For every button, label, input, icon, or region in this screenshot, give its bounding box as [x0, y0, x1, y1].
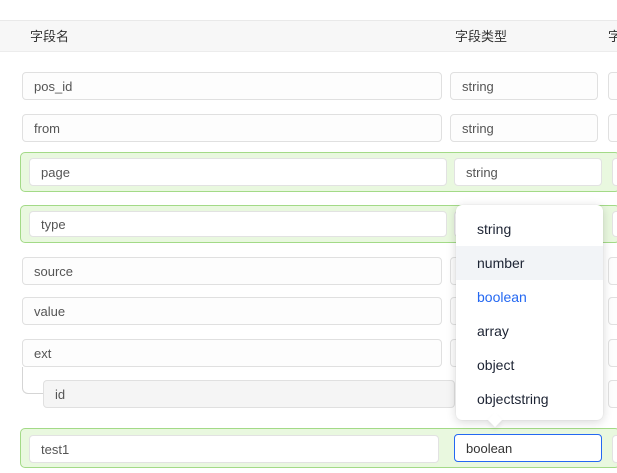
dropdown-option-object[interactable]: object — [456, 348, 603, 382]
field-row-from — [0, 114, 617, 142]
field-row-pos_id — [0, 72, 617, 100]
dropdown-option-array[interactable]: array — [456, 314, 603, 348]
header-field-extra: 字 — [608, 21, 617, 53]
field-type-input[interactable] — [450, 114, 598, 142]
field-extra-input[interactable] — [608, 114, 617, 142]
header-field-name: 字段名 — [30, 21, 69, 53]
field-extra-input[interactable] — [612, 211, 617, 237]
field-extra-input[interactable] — [608, 380, 617, 408]
field-name-input[interactable] — [22, 339, 442, 367]
schema-editor: 字段名 字段类型 字 — [0, 0, 617, 473]
field-extra-input[interactable] — [608, 297, 617, 325]
field-type-input[interactable] — [454, 158, 602, 186]
field-row-test1-highlighted — [20, 428, 617, 468]
field-name-input[interactable] — [22, 72, 442, 100]
field-row-page-highlighted — [20, 152, 617, 192]
dropdown-option-string[interactable]: string — [456, 212, 603, 246]
field-name-input[interactable] — [29, 211, 447, 237]
dropdown-option-objectstring[interactable]: objectstring — [456, 382, 603, 416]
field-name-input[interactable] — [29, 435, 439, 463]
field-name-input[interactable] — [22, 297, 442, 325]
type-dropdown-menu: string number boolean array object objec… — [456, 205, 603, 420]
field-type-input[interactable] — [450, 72, 598, 100]
field-extra-input[interactable] — [612, 435, 617, 463]
field-type-input-focused[interactable] — [454, 434, 602, 462]
dropdown-option-boolean[interactable]: boolean — [456, 280, 603, 314]
field-name-input[interactable] — [29, 158, 447, 186]
field-extra-input[interactable] — [612, 158, 617, 186]
field-extra-input[interactable] — [608, 72, 617, 100]
table-header: 字段名 字段类型 字 — [0, 20, 617, 52]
field-name-input[interactable] — [22, 257, 442, 285]
dropdown-option-number[interactable]: number — [456, 246, 603, 280]
field-extra-input[interactable] — [608, 339, 617, 367]
field-name-input[interactable] — [22, 114, 442, 142]
header-field-type: 字段类型 — [455, 21, 507, 53]
field-extra-input[interactable] — [608, 257, 617, 285]
field-name-input[interactable] — [43, 380, 455, 408]
